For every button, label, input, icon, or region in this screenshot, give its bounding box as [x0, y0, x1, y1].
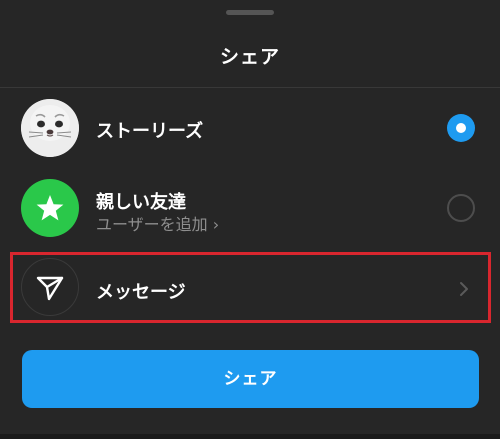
radio-selected[interactable] — [447, 114, 475, 142]
seal-avatar-icon — [21, 99, 79, 157]
drag-handle[interactable] — [226, 10, 274, 15]
radio-unselected[interactable] — [447, 194, 475, 222]
option-label: ストーリーズ — [96, 121, 204, 142]
sheet-title: シェア — [219, 46, 280, 68]
share-button[interactable]: シェア — [22, 350, 479, 408]
option-close-friends[interactable]: 親しい友達 ユーザーを追加 › — [0, 168, 500, 248]
share-sheet: シェア ストーリーズ 親しい友達 ユーザーを追加 › メッセージ シェア — [0, 0, 500, 439]
close-friends-avatar — [21, 179, 79, 237]
add-users-link[interactable]: ユーザーを追加 › — [96, 211, 219, 235]
highlight-box — [10, 252, 491, 323]
star-icon — [36, 195, 64, 221]
bottom-strip — [0, 434, 500, 439]
option-stories[interactable]: ストーリーズ — [0, 88, 500, 168]
